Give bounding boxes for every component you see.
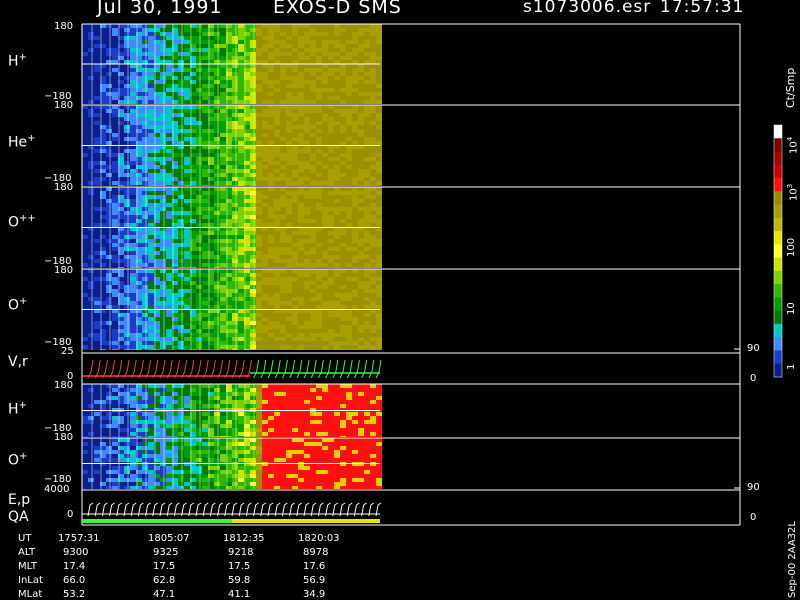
footer-mlt-value: 17.6	[303, 561, 326, 572]
footer-inlat-value: 62.8	[153, 575, 176, 586]
panel-label-qa: QA	[8, 509, 29, 525]
footer-mlt-value: 17.5	[153, 561, 176, 572]
velocity-trace	[267, 359, 274, 379]
footer-label-ut: UT	[18, 533, 32, 544]
panel-label-o-plus: O+	[8, 296, 28, 314]
velocity-trace	[346, 359, 353, 379]
colorbar-segment	[774, 125, 782, 139]
footer-mlat-value: 53.2	[63, 589, 86, 600]
footer-ut-value: 1805:07	[148, 533, 190, 544]
footer-ut-value: 1812:35	[223, 533, 265, 544]
panel-label-ep: E,p	[8, 492, 31, 508]
footer-stamp: Sep-00 2AA32L	[787, 521, 798, 598]
colorbar-segment	[774, 217, 782, 232]
colorbar-segment	[774, 350, 782, 365]
panel-label-h-plus: H+	[8, 52, 27, 70]
footer-mlt-value: 17.4	[63, 561, 86, 572]
footer-ut-value: 1820:03	[298, 533, 340, 544]
velocity-trace	[310, 359, 317, 379]
footer-mlt-value: 17.5	[228, 561, 251, 572]
footer-alt-value: 9300	[63, 547, 89, 558]
velocity-trace	[303, 359, 310, 379]
ytick-top: 180	[54, 182, 74, 193]
rtick-bottom: 0	[750, 373, 757, 384]
colorbar-tick-label: 103	[786, 183, 800, 201]
spectrogram-plot	[81, 23, 783, 526]
colorbar-segment	[774, 191, 782, 206]
ytick-top: 180	[54, 21, 74, 32]
ytick-top: 180	[54, 100, 74, 111]
colorbar-segment	[774, 297, 782, 312]
ytick-top: 4000	[44, 484, 70, 495]
ytick-top: 180	[54, 265, 74, 276]
velocity-trace	[296, 359, 303, 379]
colorbar-segment	[774, 323, 782, 338]
rtick-top: 90	[747, 343, 760, 354]
colorbar-unit: Ct/Smp	[784, 67, 797, 108]
velocity-trace	[289, 359, 296, 379]
velocity-trace	[253, 359, 260, 379]
velocity-trace	[274, 359, 281, 379]
velocity-trace	[361, 359, 368, 379]
colorbar-segment	[774, 244, 782, 259]
footer-alt-value: 9218	[228, 547, 254, 558]
qa-bar-fair	[232, 519, 380, 523]
ytick-top: 180	[54, 432, 74, 443]
footer-ut-value: 1757:31	[58, 533, 100, 544]
panel-label-he-plus: He+	[8, 133, 36, 151]
ytick-top: 180	[54, 380, 74, 391]
footer-mlat-value: 34.9	[303, 589, 326, 600]
colorbar-segment	[774, 151, 782, 166]
velocity-trace	[339, 359, 346, 379]
colorbar-segment	[774, 204, 782, 219]
colorbar-segment	[774, 337, 782, 351]
colorbar-segment	[774, 138, 782, 153]
colorbar-segment	[774, 310, 782, 325]
footer-label-mlat: MLat	[18, 589, 43, 600]
velocity-trace	[375, 359, 382, 379]
panel-label-vr: V,r	[8, 354, 28, 370]
colorbar-segment	[774, 363, 782, 378]
footer-inlat-value: 56.9	[303, 575, 326, 586]
colorbar-tick-label: 100	[786, 237, 797, 257]
colorbar-tick-label: 104	[786, 136, 800, 154]
footer-inlat-value: 59.8	[228, 575, 251, 586]
colorbar-tick-label: 1	[786, 363, 797, 370]
footer-label-alt: ALT	[18, 547, 36, 558]
panel-label-o-plus-2: O+	[8, 451, 28, 469]
ytick-bottom: 0	[67, 509, 74, 520]
panel-label-h-plus-2: H+	[8, 400, 27, 418]
velocity-trace	[260, 359, 267, 379]
colorbar-segment	[774, 178, 782, 192]
colorbar-segment	[774, 164, 782, 179]
velocity-trace	[281, 359, 288, 379]
footer-inlat-value: 66.0	[63, 575, 86, 586]
velocity-trace	[325, 359, 332, 379]
colorbar-segment	[774, 284, 782, 298]
panel-label-o-plusplus: O++	[8, 213, 36, 231]
footer-label-mlt: MLT	[18, 561, 37, 572]
footer-mlat-value: 47.1	[153, 589, 176, 600]
rtick-bottom: 0	[750, 512, 757, 523]
colorbar-tick-label: 10	[786, 302, 797, 315]
footer-label-inlat: InLat	[18, 575, 43, 586]
velocity-trace	[368, 359, 375, 379]
qa-bar-good	[82, 519, 232, 523]
velocity-trace	[317, 359, 324, 379]
ytick-top: 25	[61, 346, 74, 357]
colorbar-segment	[774, 231, 782, 245]
footer-mlat-value: 41.1	[228, 589, 251, 600]
colorbar-segment	[774, 257, 782, 272]
velocity-trace	[332, 359, 339, 379]
footer-alt-value: 8978	[303, 547, 329, 558]
colorbar-segment	[774, 270, 782, 285]
footer-alt-value: 9325	[153, 547, 179, 558]
velocity-trace	[353, 359, 360, 379]
rtick-top: 90	[747, 482, 760, 493]
